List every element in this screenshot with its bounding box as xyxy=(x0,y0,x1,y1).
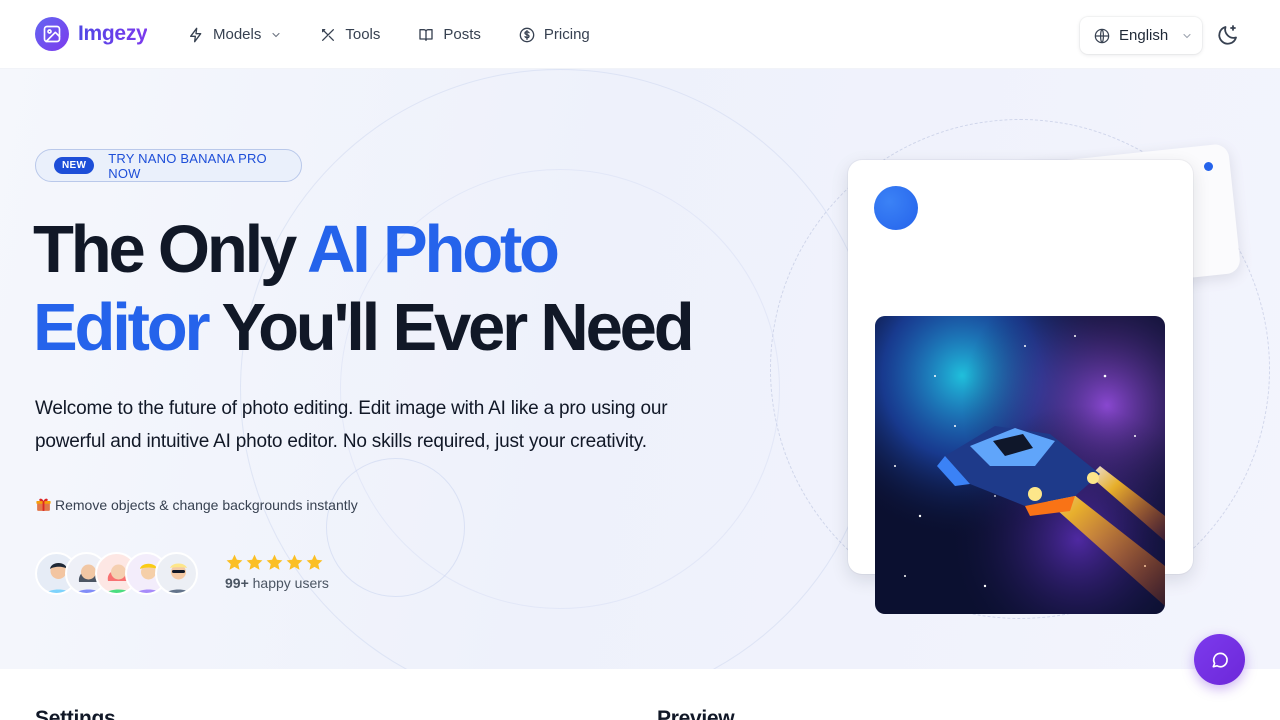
star-icon xyxy=(306,554,323,570)
star-icon xyxy=(266,554,283,570)
top-navbar: Imgezy Models Tools Posts Pricing Englis… xyxy=(0,0,1280,69)
chevron-down-icon xyxy=(1183,33,1191,38)
announcement-badge[interactable]: NEW TRY NANO BANANA PRO NOW xyxy=(35,149,302,182)
user-count-label: happy users xyxy=(252,575,329,591)
nav-item-label: Models xyxy=(213,26,262,43)
star-icon xyxy=(226,554,243,570)
badge-text: TRY NANO BANANA PRO NOW xyxy=(108,150,267,181)
gift-icon xyxy=(36,498,51,511)
avatar xyxy=(155,552,198,595)
chat-bubble-icon xyxy=(1212,652,1228,667)
hero-headline: The Only AI Photo Editor You'll Ever Nee… xyxy=(33,211,753,367)
status-dot xyxy=(1204,162,1213,171)
star-rating xyxy=(225,553,329,572)
star-icon xyxy=(246,554,263,570)
headline-part: You'll Ever Need xyxy=(207,290,695,365)
nav-item-models[interactable]: Models xyxy=(188,26,282,43)
nav-item-label: Tools xyxy=(345,26,381,43)
nav-item-tools[interactable]: Tools xyxy=(320,26,380,43)
preview-card xyxy=(848,160,1193,614)
avatar-dot xyxy=(874,186,918,230)
chevron-down-icon xyxy=(272,32,280,37)
nav-links: Models Tools Posts Pricing xyxy=(188,0,590,69)
feature-text: Remove objects & change backgrounds inst… xyxy=(55,496,358,513)
star-icon xyxy=(286,554,303,570)
nav-item-pricing[interactable]: Pricing xyxy=(519,26,590,43)
language-label: English xyxy=(1119,27,1169,44)
nav-item-label: Posts xyxy=(443,26,481,43)
nav-item-posts[interactable]: Posts xyxy=(418,26,481,43)
new-tag: NEW xyxy=(54,157,95,174)
tools-icon xyxy=(322,28,335,41)
bolt-icon xyxy=(190,27,202,42)
globe-icon xyxy=(1094,28,1110,43)
settings-title: Settings xyxy=(35,707,116,720)
brand-name: Imgezy xyxy=(78,22,148,45)
feature-line: Remove objects & change backgrounds inst… xyxy=(35,496,358,513)
image-logo-icon xyxy=(35,17,69,51)
user-count: 99+ xyxy=(225,575,249,591)
hero-description: Welcome to the future of photo editing. … xyxy=(35,398,668,452)
editor-section: Settings Preview xyxy=(0,669,1280,720)
headline-highlight: AI Photo xyxy=(306,212,560,287)
chat-button[interactable] xyxy=(1194,634,1245,685)
preview-title: Preview xyxy=(657,707,735,720)
dollar-circle-icon xyxy=(519,27,535,42)
brand-logo[interactable]: Imgezy xyxy=(35,17,148,51)
spaceship-image xyxy=(875,316,1165,614)
headline-highlight: Editor xyxy=(33,290,211,365)
decorative-ring xyxy=(326,458,465,597)
happy-users-text: 99+ happy users xyxy=(225,575,329,591)
theme-toggle-button[interactable] xyxy=(1216,23,1240,47)
moon-sparkle-icon xyxy=(1218,25,1237,45)
user-rating: 99+ happy users xyxy=(225,553,329,591)
language-select[interactable]: English xyxy=(1080,17,1202,54)
headline-part: The Only xyxy=(33,212,307,287)
nav-item-label: Pricing xyxy=(543,26,590,43)
hero-section: NEW TRY NANO BANANA PRO NOW The Only AI … xyxy=(0,69,1280,669)
book-icon xyxy=(419,28,434,41)
